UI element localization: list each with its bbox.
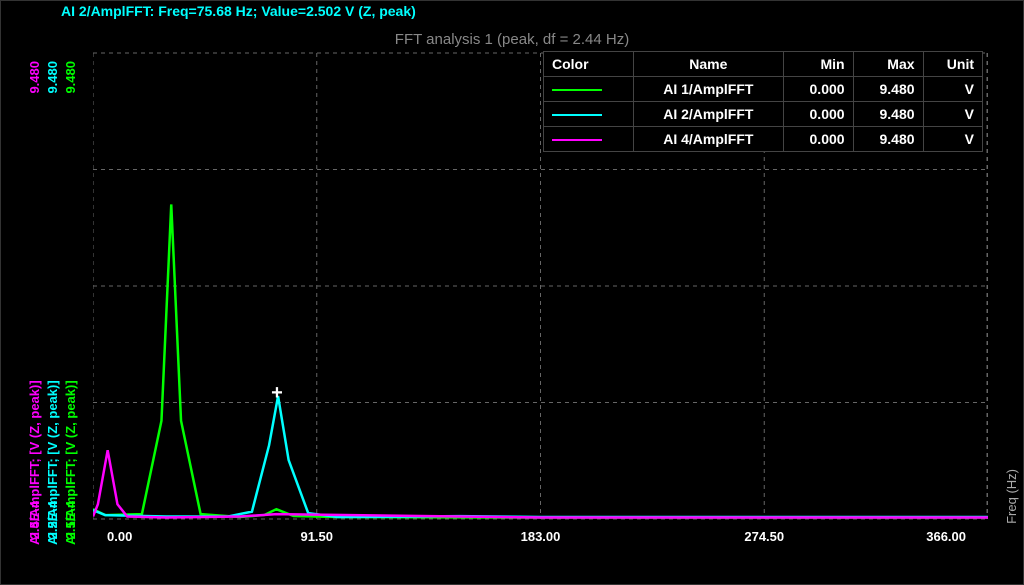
y-min-ch4: 2.5E-4 (27, 501, 42, 539)
legend-color-swatch (544, 127, 634, 152)
svg-text:366.00: 366.00 (926, 529, 966, 544)
y-min-ch2: 2.5E-4 (45, 501, 60, 539)
legend-col-unit: Unit (923, 52, 982, 77)
legend-header-row: Color Name Min Max Unit (544, 52, 983, 77)
legend-name: AI 4/AmplFFT (634, 127, 784, 152)
y-max-ch2: 9.480 (45, 61, 60, 94)
legend-color-swatch (544, 102, 634, 127)
legend-name: AI 2/AmplFFT (634, 102, 784, 127)
x-tick-labels: 0.00 91.50 183.00 274.50 366.00 (107, 529, 966, 544)
legend-row[interactable]: AI 1/AmplFFT0.0009.480V (544, 77, 983, 102)
legend-unit: V (923, 127, 982, 152)
legend-row[interactable]: AI 4/AmplFFT0.0009.480V (544, 127, 983, 152)
cursor-readout: AI 2/AmplFFT: Freq=75.68 Hz; Value=2.502… (61, 3, 416, 19)
legend-color-swatch (544, 77, 634, 102)
y-max-ch1: 9.480 (63, 61, 78, 94)
chart-title: FFT analysis 1 (peak, df = 2.44 Hz) (1, 31, 1023, 48)
legend-row[interactable]: AI 2/AmplFFT0.0009.480V (544, 102, 983, 127)
svg-text:183.00: 183.00 (521, 529, 561, 544)
legend-col-min: Min (783, 52, 853, 77)
legend-max: 9.480 (853, 102, 923, 127)
svg-text:274.50: 274.50 (744, 529, 784, 544)
svg-text:0.00: 0.00 (107, 529, 132, 544)
y-min-ch1: 2.5E-4 (63, 501, 78, 539)
series-line (93, 450, 988, 517)
y-axis-labels: 9.480 9.480 9.480 AI 4/AmplFFT; [V (Z, p… (27, 51, 87, 544)
legend-unit: V (923, 102, 982, 127)
fft-plot-panel: AI 2/AmplFFT: Freq=75.68 Hz; Value=2.502… (0, 0, 1024, 585)
legend-panel[interactable]: Color Name Min Max Unit AI 1/AmplFFT0.00… (543, 51, 983, 152)
legend-col-name: Name (634, 52, 784, 77)
legend-min: 0.000 (783, 102, 853, 127)
legend-max: 9.480 (853, 77, 923, 102)
legend-col-max: Max (853, 52, 923, 77)
x-axis-label: Freq (Hz) (1004, 469, 1019, 524)
legend-max: 9.480 (853, 127, 923, 152)
legend-name: AI 1/AmplFFT (634, 77, 784, 102)
legend-col-color: Color (544, 52, 634, 77)
legend-table: Color Name Min Max Unit AI 1/AmplFFT0.00… (543, 51, 983, 152)
legend-min: 0.000 (783, 77, 853, 102)
legend-min: 0.000 (783, 127, 853, 152)
legend-unit: V (923, 77, 982, 102)
y-max-ch4: 9.480 (27, 61, 42, 94)
svg-text:91.50: 91.50 (300, 529, 333, 544)
